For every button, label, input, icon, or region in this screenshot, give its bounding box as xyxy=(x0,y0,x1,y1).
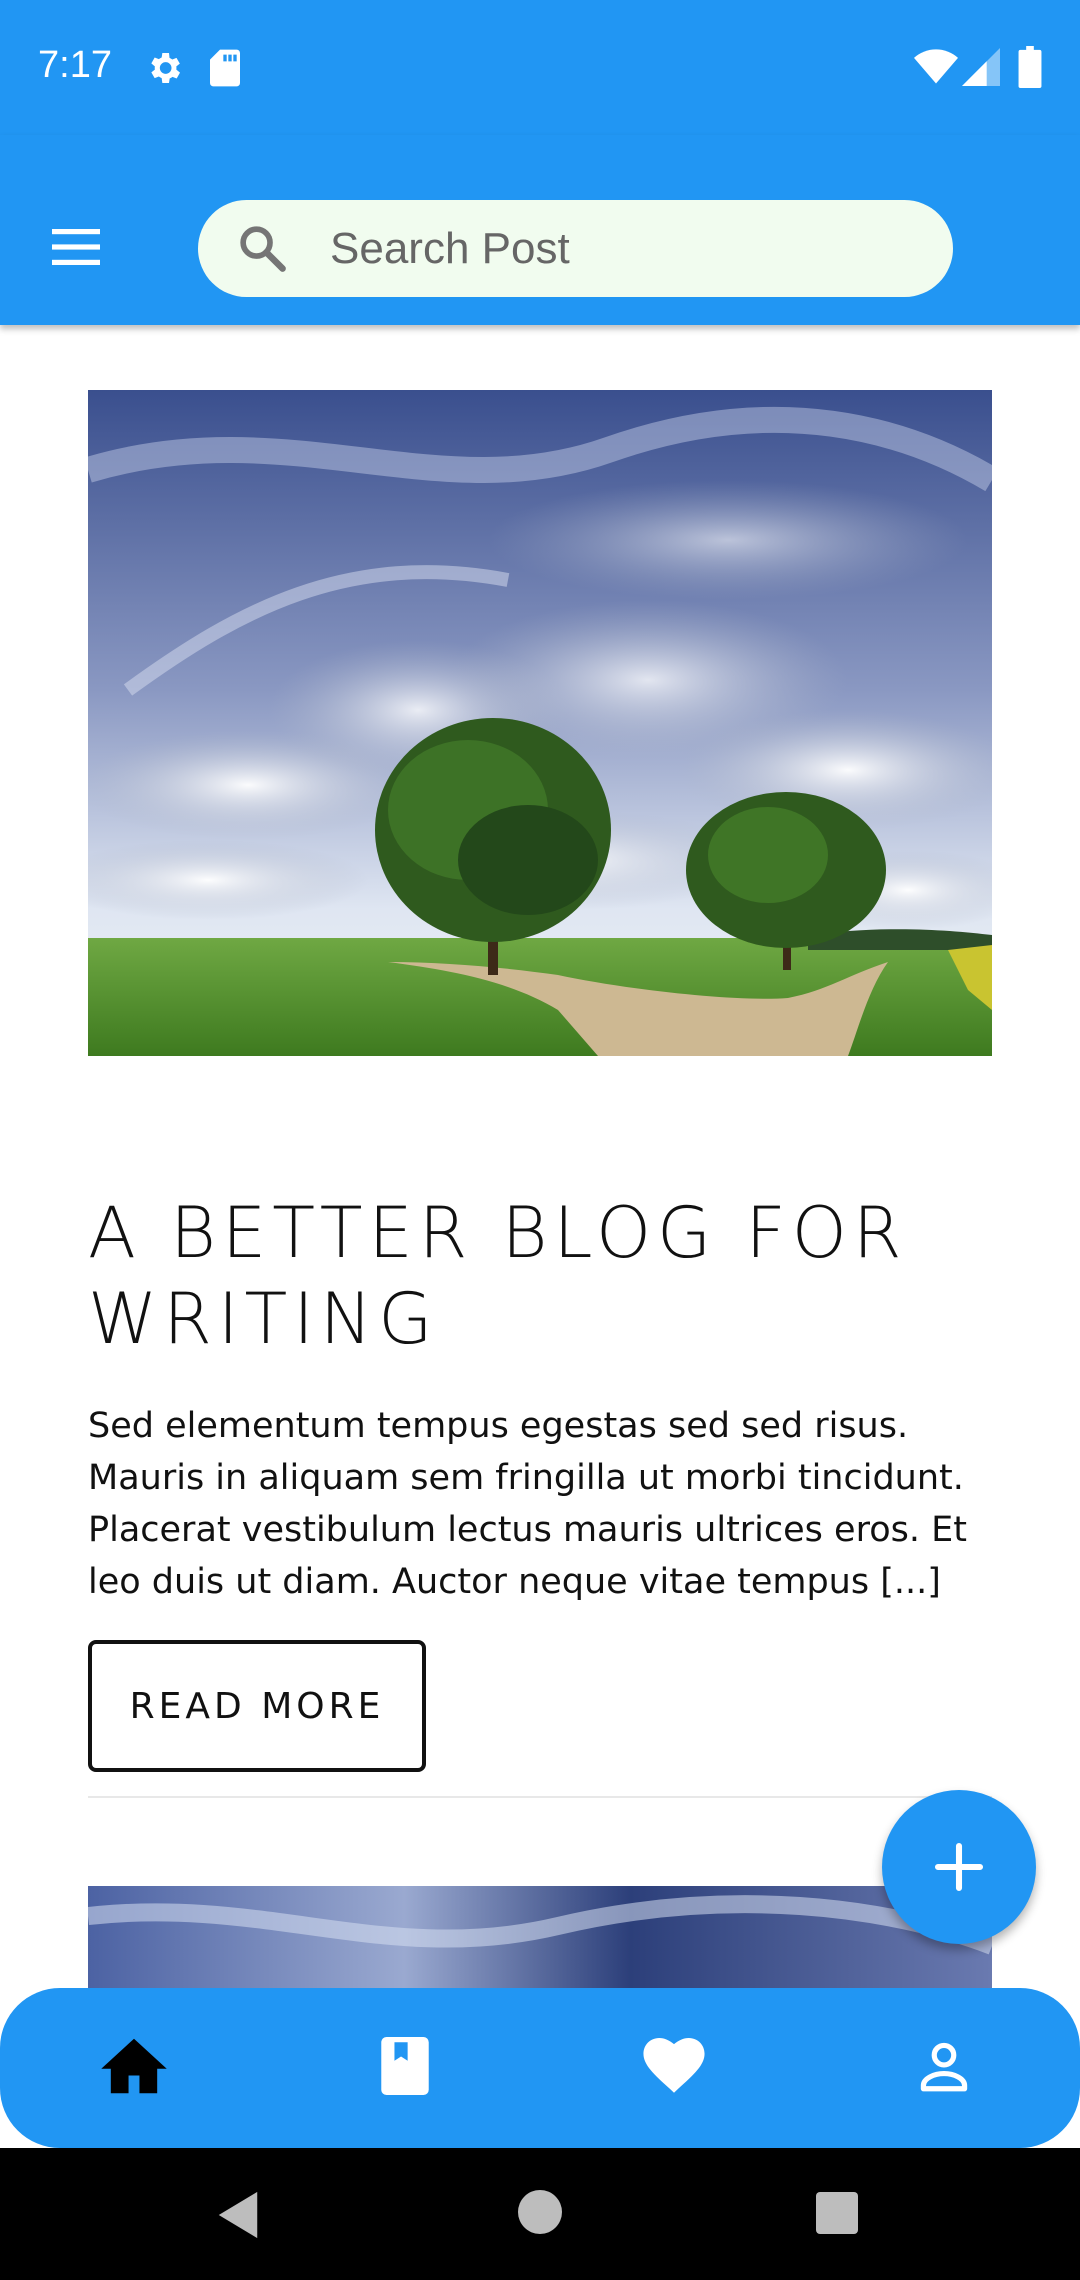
system-nav-bar xyxy=(0,2148,1080,2280)
plus-icon xyxy=(934,1842,984,1892)
nav-home[interactable] xyxy=(84,2016,184,2116)
status-bar: 7:17 xyxy=(0,0,1080,135)
post-card xyxy=(88,1886,992,1990)
back-icon[interactable] xyxy=(214,2190,262,2240)
nav-favorites[interactable] xyxy=(624,2016,724,2116)
search-input[interactable] xyxy=(330,200,920,297)
person-icon xyxy=(920,2042,968,2092)
add-post-button[interactable] xyxy=(882,1790,1036,1944)
post-image[interactable] xyxy=(88,390,992,1056)
nav-library[interactable] xyxy=(355,2016,455,2116)
post-card: A BETTER BLOG FOR WRITING Sed elementum … xyxy=(88,390,992,1810)
post-title: A BETTER BLOG FOR WRITING xyxy=(88,1192,908,1360)
search-icon xyxy=(240,226,286,272)
book-icon xyxy=(381,2037,429,2095)
sd-card-icon xyxy=(210,49,240,87)
heart-icon xyxy=(643,2038,705,2093)
battery-icon xyxy=(1018,46,1042,88)
app-bar xyxy=(0,135,1080,325)
status-time: 7:17 xyxy=(38,44,112,86)
recents-icon[interactable] xyxy=(816,2192,858,2234)
signal-icon xyxy=(962,48,1000,86)
bottom-nav xyxy=(0,1988,1080,2148)
read-more-button[interactable]: READ MORE xyxy=(88,1640,426,1772)
post-image[interactable] xyxy=(88,1886,992,1990)
post-divider xyxy=(88,1796,992,1798)
search-bar[interactable] xyxy=(198,200,953,297)
post-excerpt: Sed elementum tempus egestas sed sed ris… xyxy=(88,1406,967,1602)
menu-icon[interactable] xyxy=(48,227,104,267)
home-circle-icon[interactable] xyxy=(518,2190,562,2234)
nav-profile[interactable] xyxy=(894,2016,994,2116)
wifi-icon xyxy=(914,49,958,84)
post-list: A BETTER BLOG FOR WRITING Sed elementum … xyxy=(0,325,1080,1990)
home-icon xyxy=(101,2038,167,2094)
gear-icon xyxy=(151,53,180,83)
